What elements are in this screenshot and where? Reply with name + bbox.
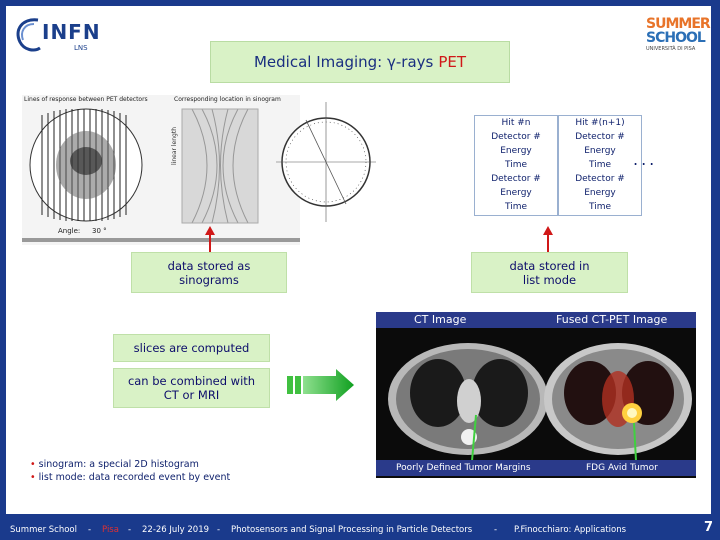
footer-topic: Photosensors and Signal Processing in Pa… <box>231 525 473 535</box>
combined-line2: CT or MRI <box>163 388 220 402</box>
cell: Detector # <box>575 132 625 142</box>
hit-n-plus-1-column: Hit #(n+1) Detector # Energy Time Detect… <box>558 115 642 216</box>
definition-notes: • sinogram: a special 2D histogram • lis… <box>30 458 230 484</box>
cell: Time <box>588 202 612 212</box>
slices-text: slices are computed <box>133 341 250 355</box>
detector-ring-icon <box>276 102 376 222</box>
sinograms-line1: data stored as <box>167 258 251 273</box>
cell: Energy <box>584 146 616 156</box>
note-listmode-term: list mode: <box>38 472 86 483</box>
cell: Energy <box>500 146 532 156</box>
infn-swirl-icon <box>16 18 41 52</box>
sinogram-drawing: linear length <box>22 108 300 242</box>
page-number: 7 <box>704 520 714 535</box>
footer-author: P.Finocchiaro: Applications <box>514 525 627 535</box>
cell: Detector # <box>575 174 625 184</box>
ct-scans <box>388 343 692 461</box>
combined-box: can be combined with CT or MRI <box>113 368 270 408</box>
poorly-defined-label: Poorly Defined Tumor Margins <box>396 463 531 473</box>
cell: Time <box>504 202 528 212</box>
combined-line1: can be combined with <box>127 374 256 388</box>
hit-n-column: Hit #n Detector # Energy Time Detector #… <box>474 115 558 216</box>
infn-logo-sub: LNS <box>74 44 88 52</box>
listmode-line2: list mode <box>522 272 577 287</box>
footer-sep: - <box>88 525 92 535</box>
note-sinogram: • sinogram: a special 2D histogram <box>30 458 230 471</box>
infn-logo-text: INFN <box>42 20 101 44</box>
arrow-right-icon <box>287 369 354 401</box>
fused-image-label: Fused CT-PET Image <box>556 313 668 326</box>
ct-pet-figure: CT Image Fused CT-PET Image Poorly Defin… <box>376 312 696 478</box>
summer-logo-line2: SCHOOL <box>646 30 706 46</box>
summer-school-logo: SUMMER SCHOOL UNIVERSITÀ DI PISA <box>642 10 711 54</box>
listmode-line1: data stored in <box>509 258 590 273</box>
slices-box: slices are computed <box>113 334 270 362</box>
footer-dates: 22-26 July 2019 <box>142 525 210 535</box>
cell: Energy <box>500 188 532 198</box>
footer-school: Summer School <box>10 525 77 535</box>
footer-city: Pisa <box>102 525 119 535</box>
footer-sep: - <box>128 525 132 535</box>
note-bullet: • <box>30 472 36 483</box>
ct-image-label: CT Image <box>414 313 467 326</box>
cell: Detector # <box>491 174 541 184</box>
footer-sep: - <box>494 525 498 535</box>
table-ellipsis: ... <box>633 150 658 169</box>
note-bullet: • <box>30 459 36 470</box>
slide-title: Medical Imaging: γ-rays PET <box>210 41 510 83</box>
title-prefix: Medical Imaging: γ-rays <box>253 53 434 71</box>
title-highlight: PET <box>438 53 467 71</box>
angle-label: Angle: <box>58 227 81 235</box>
arrow-shaft <box>547 234 549 252</box>
cell: Detector # <box>491 132 541 142</box>
footer-sep: - <box>217 525 221 535</box>
cell: Time <box>504 160 528 170</box>
cell: Energy <box>584 188 616 198</box>
svg-text:linear length: linear length <box>171 127 178 165</box>
slide: INFN LNS SUMMER SCHOOL UNIVERSITÀ DI PIS… <box>0 0 720 540</box>
fdg-avid-label: FDG Avid Tumor <box>586 463 658 473</box>
sinograms-box: data stored as sinograms <box>131 252 287 293</box>
summer-logo-sub: UNIVERSITÀ DI PISA <box>646 46 696 52</box>
note-sinogram-text: a special 2D histogram <box>86 459 199 470</box>
cell: Hit #(n+1) <box>575 118 625 128</box>
cell: Time <box>588 160 612 170</box>
arrow-shaft <box>209 234 211 252</box>
infn-logo: INFN LNS <box>12 12 107 56</box>
angle-value: 30 ° <box>92 227 107 235</box>
list-mode-box: data stored in list mode <box>471 252 628 293</box>
cell: Hit #n <box>501 118 531 128</box>
note-listmode-text: data recorded event by event <box>85 472 231 483</box>
sinogram-figure: Lines of response between PET detectors … <box>22 95 300 245</box>
slide-footer: Summer School - Pisa - 22-26 July 2019 -… <box>0 520 720 540</box>
note-listmode: • list mode: data recorded event by even… <box>30 471 230 484</box>
note-sinogram-term: sinogram: <box>38 459 87 470</box>
sinograms-line2: sinograms <box>179 272 239 287</box>
